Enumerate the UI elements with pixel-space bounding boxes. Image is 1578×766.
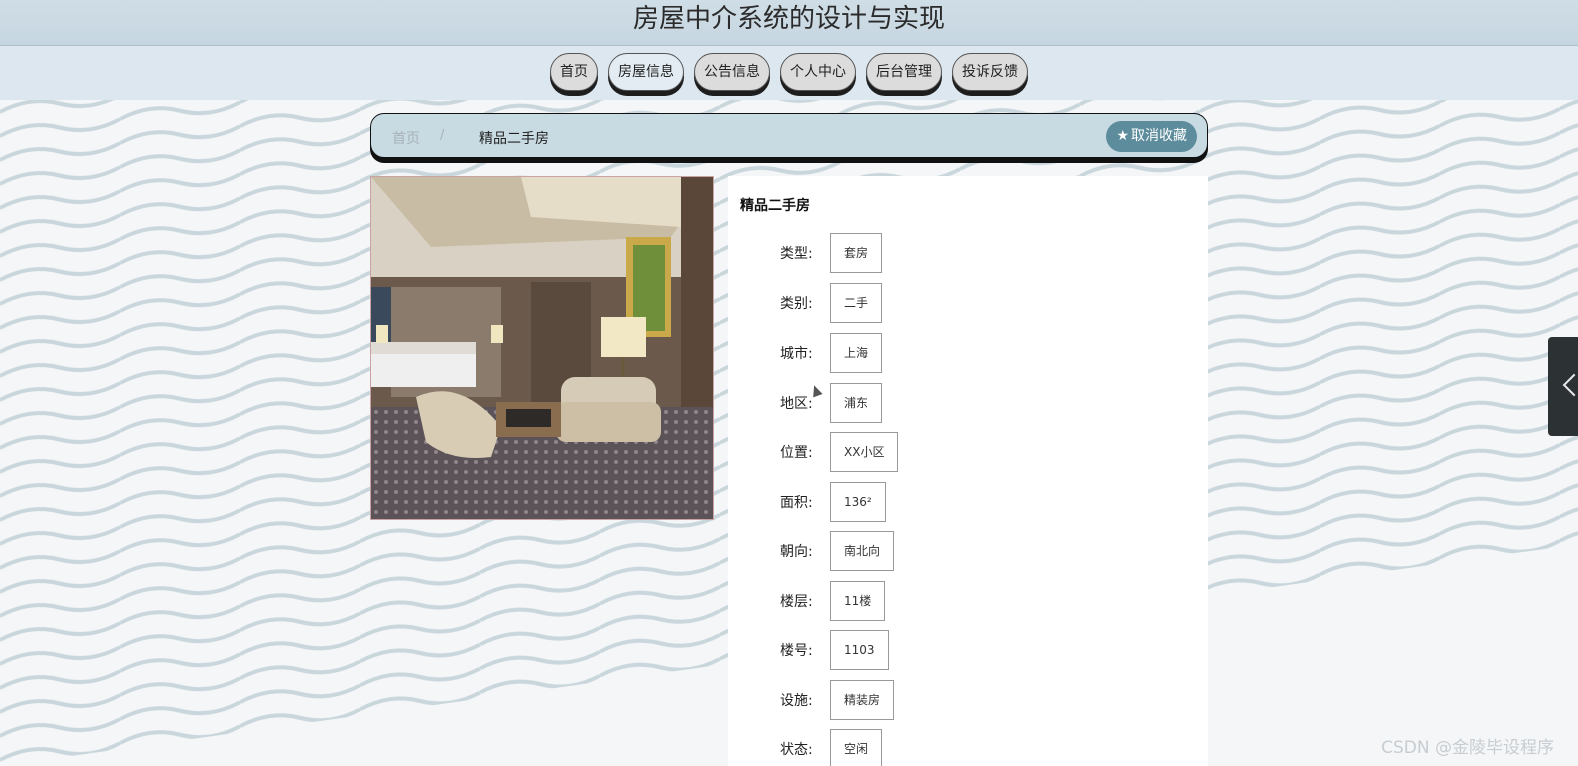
field-label: 面积: bbox=[780, 495, 813, 511]
field-category: 类别: 二手 bbox=[780, 283, 883, 323]
nav-admin[interactable]: 后台管理 bbox=[866, 53, 942, 91]
field-building-number: 楼号: 1103 bbox=[780, 630, 889, 670]
nav-feedback[interactable]: 投诉反馈 bbox=[952, 53, 1028, 91]
field-city: 城市: 上海 bbox=[780, 333, 883, 373]
field-value: XX小区 bbox=[830, 432, 899, 472]
field-value: 11楼 bbox=[830, 581, 886, 621]
field-value: 空闲 bbox=[830, 729, 883, 766]
field-label: 朝向: bbox=[780, 544, 813, 560]
field-label: 状态: bbox=[780, 742, 813, 758]
breadcrumb-separator: / bbox=[440, 128, 445, 143]
field-label: 设施: bbox=[780, 693, 813, 709]
field-label: 地区: bbox=[780, 396, 813, 412]
nav-house-info[interactable]: 房屋信息 bbox=[608, 53, 684, 91]
field-value: 套房 bbox=[830, 233, 883, 273]
house-info-panel: 精品二手房 类型: 套房 类别: 二手 城市: 上海 地区: 浦东 位置: XX… bbox=[728, 176, 1208, 766]
nav-announcements[interactable]: 公告信息 bbox=[694, 53, 770, 91]
breadcrumb: 首页 / 精品二手房 ★ 取消收藏 bbox=[370, 113, 1208, 158]
nav-personal-center[interactable]: 个人中心 bbox=[780, 53, 856, 91]
chevron-left-icon bbox=[1562, 373, 1578, 397]
field-value: 南北向 bbox=[830, 531, 895, 571]
house-title: 精品二手房 bbox=[740, 198, 810, 214]
field-label: 类别: bbox=[780, 296, 813, 312]
nav-home[interactable]: 首页 bbox=[550, 53, 598, 91]
field-district: 地区: 浦东 bbox=[780, 383, 883, 423]
star-icon: ★ bbox=[1116, 128, 1129, 144]
watermark: CSDN @金陵毕设程序 bbox=[1381, 738, 1554, 758]
field-value: 浦东 bbox=[830, 383, 883, 423]
field-facilities: 设施: 精装房 bbox=[780, 680, 895, 720]
main-nav: 首页 房屋信息 公告信息 个人中心 后台管理 投诉反馈 bbox=[0, 46, 1578, 100]
field-value: 136² bbox=[830, 482, 886, 522]
field-orientation: 朝向: 南北向 bbox=[780, 531, 895, 571]
field-label: 楼层: bbox=[780, 594, 813, 610]
field-floor: 楼层: 11楼 bbox=[780, 581, 886, 621]
field-label: 城市: bbox=[780, 346, 813, 362]
field-value: 上海 bbox=[830, 333, 883, 373]
header: 房屋中介系统的设计与实现 bbox=[0, 0, 1578, 46]
field-area: 面积: 136² bbox=[780, 482, 886, 522]
field-type: 类型: 套房 bbox=[780, 233, 883, 273]
field-value: 1103 bbox=[830, 630, 889, 670]
house-photo bbox=[370, 176, 714, 520]
house-detail: 精品二手房 类型: 套房 类别: 二手 城市: 上海 地区: 浦东 位置: XX… bbox=[370, 176, 1208, 766]
site-title: 房屋中介系统的设计与实现 bbox=[632, 4, 945, 34]
field-location: 位置: XX小区 bbox=[780, 432, 899, 472]
field-value: 二手 bbox=[830, 283, 883, 323]
field-status: 状态: 空闲 bbox=[780, 729, 883, 766]
breadcrumb-home-link[interactable]: 首页 bbox=[392, 128, 420, 148]
unfavorite-button[interactable]: ★ 取消收藏 bbox=[1106, 121, 1197, 152]
breadcrumb-current: 精品二手房 bbox=[479, 131, 549, 147]
field-label: 类型: bbox=[780, 246, 813, 262]
field-label: 位置: bbox=[780, 445, 813, 461]
unfavorite-label: 取消收藏 bbox=[1131, 128, 1187, 144]
side-drawer-toggle[interactable] bbox=[1548, 337, 1578, 436]
field-label: 楼号: bbox=[780, 643, 813, 659]
field-value: 精装房 bbox=[830, 680, 895, 720]
